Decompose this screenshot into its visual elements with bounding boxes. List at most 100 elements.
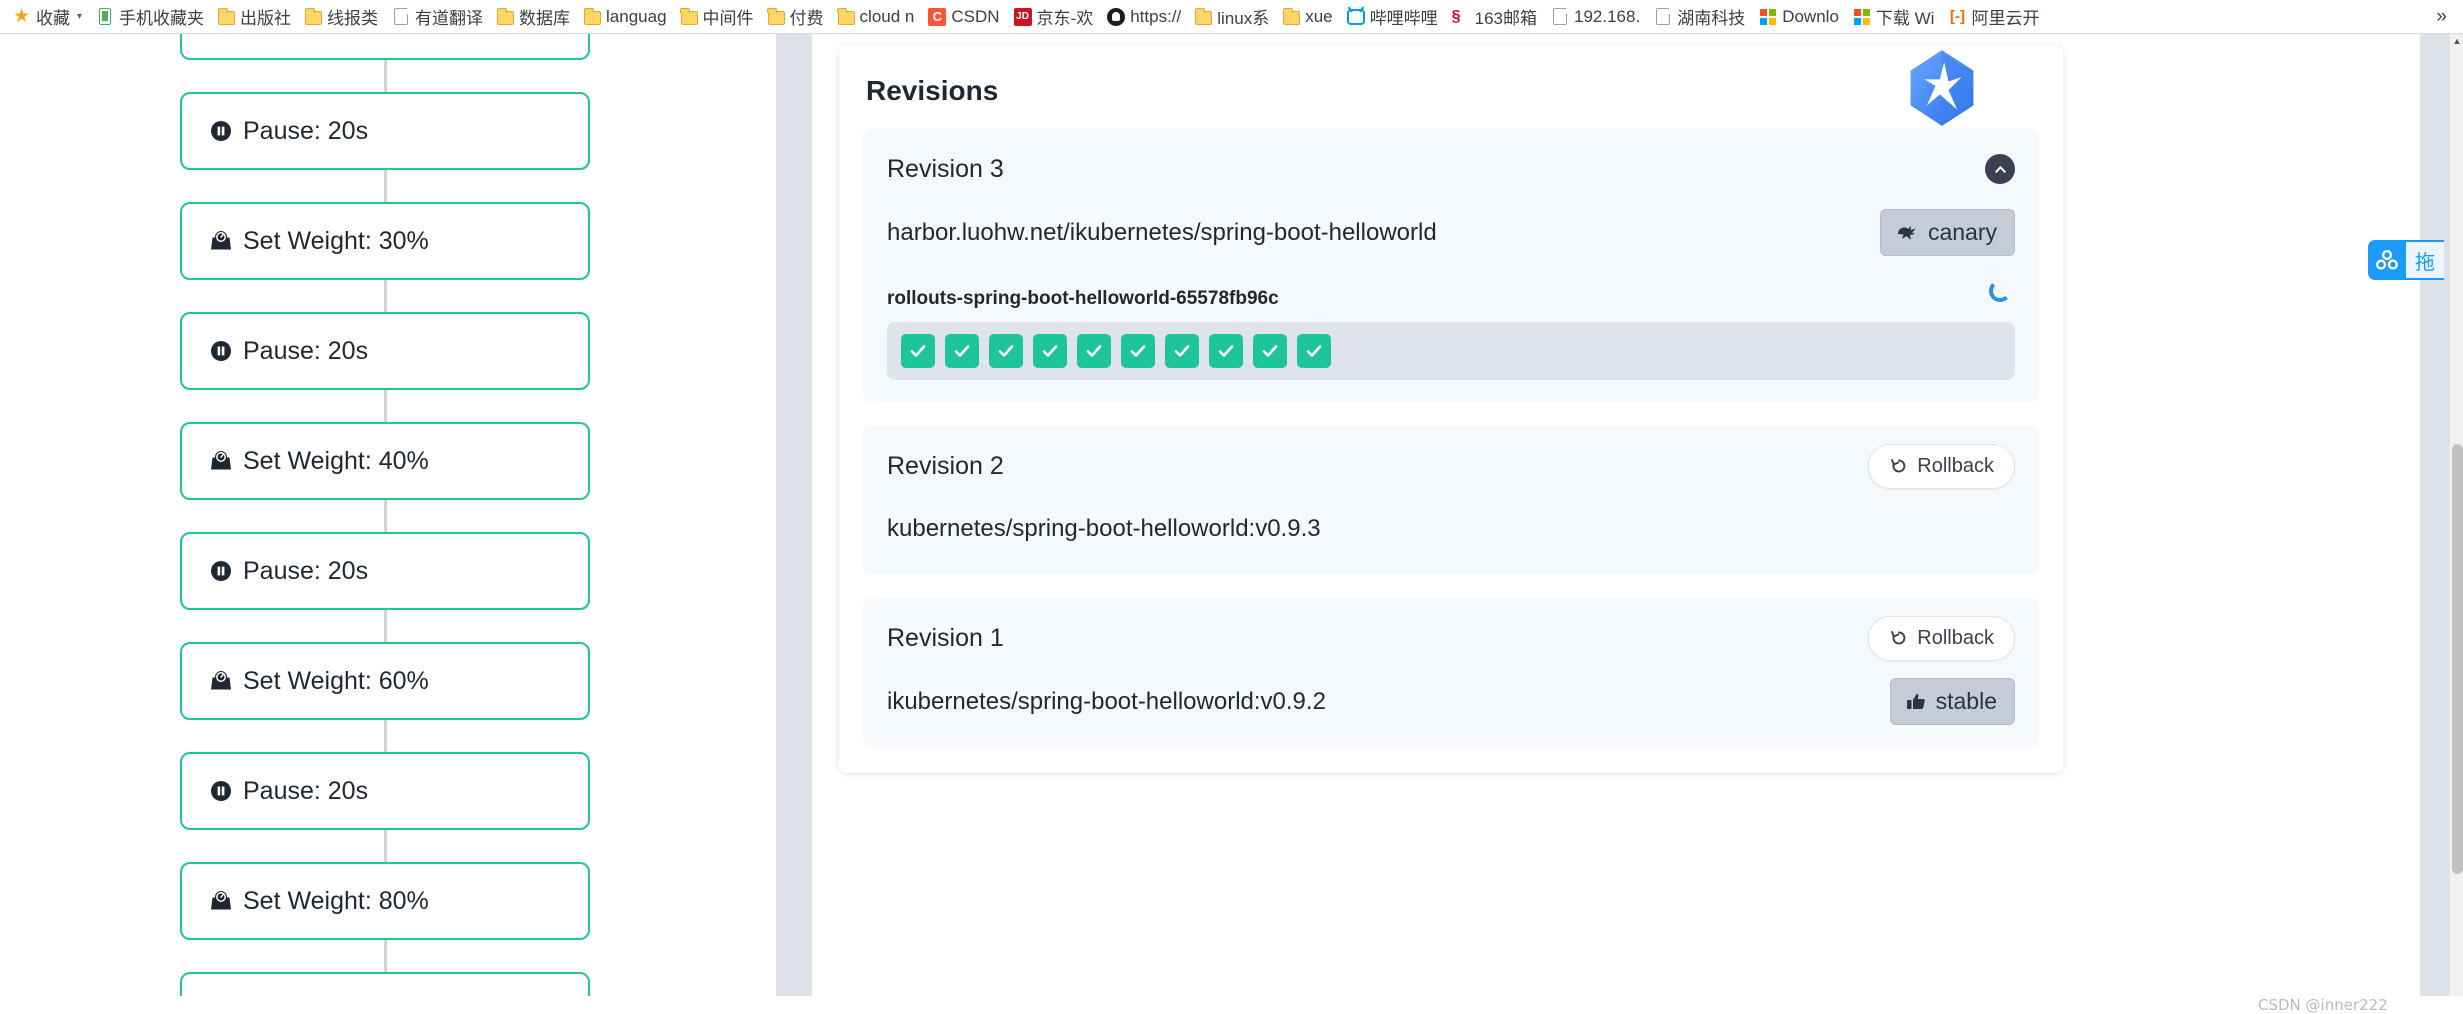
baidu-cloud-glyph [2376,250,2398,270]
bookmark-overflow-button[interactable]: » [2426,4,2457,30]
step-connector [383,280,387,312]
rollback-button-revision-1[interactable]: Rollback [1868,615,2015,661]
bookmark-item-14[interactable]: xue [1276,4,1339,30]
watermark: CSDN @inner222 [2258,996,2388,1014]
scroll-up-arrow-icon[interactable]: ▲ [2450,34,2463,48]
revision-3-image: harbor.luohw.net/ikubernetes/spring-boot… [887,218,1437,246]
bookmark-item-19[interactable]: Downlo [1752,4,1846,30]
baidu-cloud-icon[interactable] [2368,240,2406,280]
bookmark-item-20[interactable]: 下载 Wi [1846,1,1942,32]
bilibili-icon [1346,9,1365,25]
revision-block-1: Revision 1 Rollback ikubernetes/spring-b… [863,598,2039,747]
pod-4[interactable] [1077,334,1111,368]
check-icon [1174,345,1190,357]
revision-3-image-row: harbor.luohw.net/ikubernetes/spring-boot… [887,209,2015,256]
folder-icon [304,7,323,25]
bookmark-item-0[interactable]: ★ 收藏 ▾ [6,1,89,32]
revision-1-image-row: ikubernetes/spring-boot-helloworld:v0.9.… [887,678,2015,725]
revision-2-header: Revision 2 Rollback [887,443,2015,489]
rollout-step-label: Set Weight: 40% [243,446,429,475]
bookmark-item-18[interactable]: 湖南科技 [1647,1,1752,32]
folder-icon [680,7,698,25]
rollback-icon [1891,631,1906,645]
rollout-step-pause-1[interactable]: Pause: 20s [180,92,590,170]
pod-9[interactable] [1297,334,1331,368]
pod-0[interactable] [901,334,935,368]
stable-badge[interactable]: stable [1889,678,2015,725]
pod-1[interactable] [945,334,979,368]
check-icon [1086,345,1102,357]
rollout-step-label: Set Weight: 80% [243,886,429,915]
bookmark-item-11[interactable]: JD 京东-欢 [1007,1,1101,32]
folder-icon [496,7,515,25]
bookmark-item-13[interactable]: linux系 [1188,1,1276,32]
main-content-area: Revisions Revision 3 harbor.luohw.net/ik… [812,34,2463,996]
bookmark-item-5[interactable]: 数据库 [490,1,577,32]
bookmark-item-1[interactable]: 手机收藏夹 [89,1,211,32]
step-connector [383,720,387,752]
rollout-step-pause-3[interactable]: Pause: 20s [180,312,590,390]
csdn-icon: C [928,7,947,26]
rollout-step-weight-2[interactable]: Set Weight: 30% [180,202,590,280]
revisions-header: Revisions [863,50,2039,129]
rollout-step-pause-7[interactable]: Pause: 20s [180,752,590,830]
bookmark-item-16[interactable]: § 163邮箱 [1445,1,1544,32]
chevron-down-icon[interactable]: ▾ [77,11,82,22]
rollback-icon [1891,459,1906,473]
canary-badge[interactable]: canary [1879,209,2015,256]
float-widget-label[interactable]: 拖 [2406,240,2444,280]
rollback-button-revision-2[interactable]: Rollback [1868,443,2015,489]
page-scrollbar[interactable]: ▲ [2449,34,2463,996]
revision-3-title: Revision 3 [887,154,1004,183]
weight-icon [211,451,231,470]
stable-badge-label: stable [1935,688,1997,714]
pod-7[interactable] [1209,334,1243,368]
bookmark-item-4[interactable]: 有道翻译 [385,1,490,32]
rollout-step-weight-8[interactable]: Set Weight: 80% [180,862,590,940]
bookmark-item-7[interactable]: 中间件 [674,1,761,32]
rollout-step-weight-6[interactable]: Set Weight: 60% [180,642,590,720]
revision-2-image-row: kubernetes/spring-boot-helloworld:v0.9.3 [887,506,2015,552]
bookmark-label: 阿里云开 [1971,9,2040,28]
bookmark-label: 下载 Wi [1875,9,1935,28]
bookmark-item-6[interactable]: languag [577,4,674,30]
rollout-step-label: Set Weight: 60% [243,666,429,695]
bookmark-item-15[interactable]: 哔哩哔哩 [1340,1,1445,32]
bookmark-label: 出版社 [240,9,292,28]
bookmark-bar: ★ 收藏 ▾ 手机收藏夹 出版社 线报类 有道翻译 数据库 languag 中间件 付费 cloud … [0,0,2463,34]
bookmark-item-2[interactable]: 出版社 [211,1,298,32]
bookmark-item-9[interactable]: cloud n [831,4,922,30]
folder-icon [767,7,785,25]
pod-5[interactable] [1121,334,1155,368]
check-icon [954,345,970,357]
chevron-up-icon[interactable] [1985,154,2015,184]
pod-3[interactable] [1033,334,1067,368]
bird-icon [1897,225,1916,240]
rollout-step-weight-4[interactable]: Set Weight: 40% [180,422,590,500]
rollout-steps-column: Pause: 20s Set Weight: 30% Pause: 20s Set W… [0,34,776,996]
pod-8[interactable] [1253,334,1287,368]
bookmark-item-12[interactable]: https:// [1100,4,1188,30]
baidu-cloud-float-widget[interactable]: 拖 [2368,240,2444,280]
rollout-step-partial-top[interactable] [180,34,590,60]
rollout-step-partial-bottom[interactable] [180,972,590,996]
scrollbar-thumb[interactable] [2452,444,2463,874]
rollout-step-pause-5[interactable]: Pause: 20s [180,532,590,610]
bookmark-item-17[interactable]: 192.168. [1544,4,1647,30]
rollback-label-1: Rollback [1917,626,1994,649]
bookmark-item-8[interactable]: 付费 [761,1,831,32]
bookmark-item-21[interactable]: [-] 阿里云开 [1941,1,2046,32]
bookmark-item-3[interactable]: 线报类 [298,1,385,32]
revision-1-header: Revision 1 Rollback [887,615,2015,661]
document-icon [1553,8,1568,25]
revisions-card: Revisions Revision 3 harbor.luohw.net/ik… [839,45,2063,773]
aliyun-icon: [-] [1949,7,1965,25]
bookmark-item-10[interactable]: C CSDN [921,4,1006,30]
page-title: Revisions [866,75,999,106]
folder-icon [837,7,855,25]
pod-2[interactable] [989,334,1023,368]
star-icon: ★ [13,5,31,27]
pod-6[interactable] [1165,334,1199,368]
bookmark-label: 收藏 [36,9,70,28]
step-connector [383,60,387,92]
